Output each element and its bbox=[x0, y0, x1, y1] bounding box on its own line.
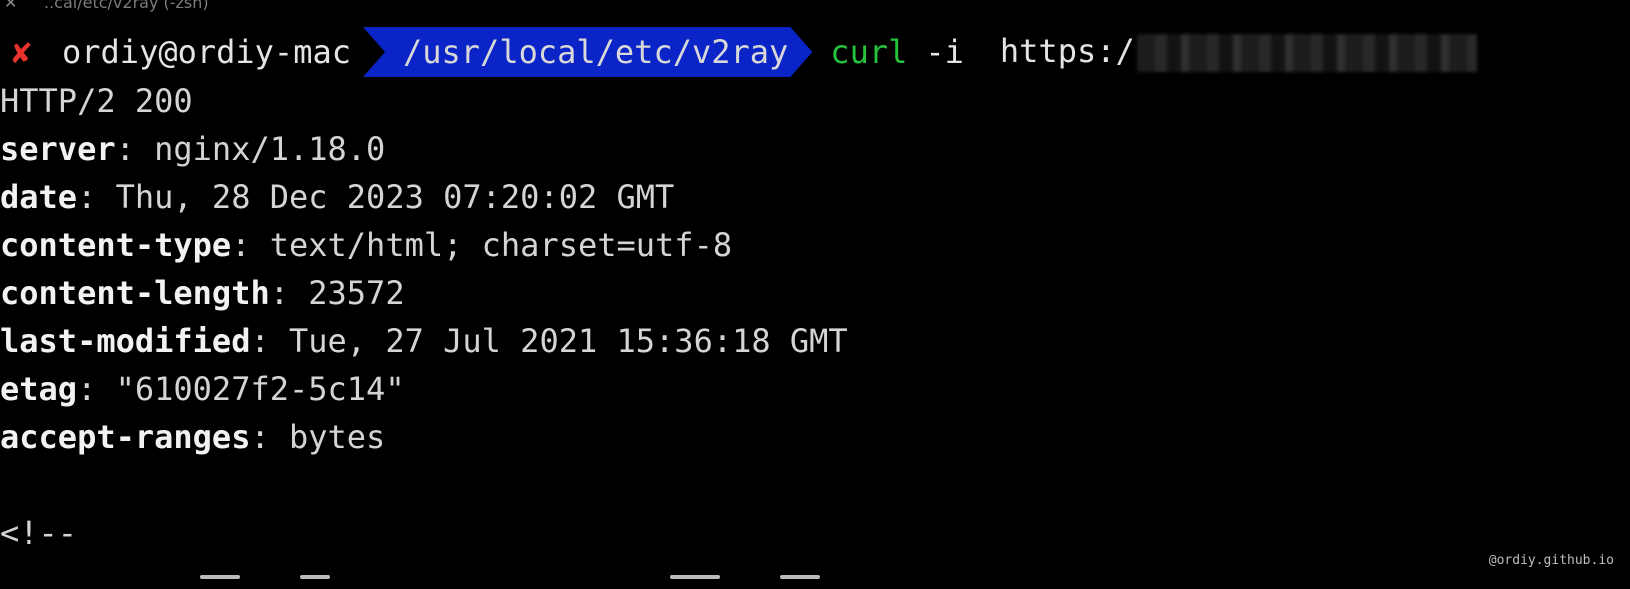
header-value: "610027f2-5c14" bbox=[115, 370, 405, 408]
header-key: content-type bbox=[0, 226, 232, 264]
redacted-url bbox=[1136, 34, 1477, 72]
status-line: HTTP/2 200 bbox=[0, 82, 193, 120]
header-line: date: Thu, 28 Dec 2023 07:20:02 GMT bbox=[0, 178, 675, 216]
close-icon[interactable]: ✕ bbox=[4, 0, 28, 12]
header-key: last-modified bbox=[0, 322, 251, 360]
window-tab-title[interactable]: ✕ ..cal/etc/v2ray (-zsh) bbox=[0, 0, 1630, 12]
cut-off-line bbox=[0, 575, 1000, 589]
user-host: ordiy@ordiy-mac bbox=[62, 33, 351, 71]
header-key: etag bbox=[0, 370, 78, 408]
header-line: server: nginx/1.18.0 bbox=[0, 130, 386, 168]
header-key: date bbox=[0, 178, 78, 216]
command-name: curl bbox=[830, 33, 908, 71]
command-args: -i bbox=[925, 33, 964, 71]
body-comment-start: <!-- bbox=[0, 514, 78, 552]
header-value: Thu, 28 Dec 2023 07:20:02 GMT bbox=[115, 178, 675, 216]
header-key: content-length bbox=[0, 274, 270, 312]
header-key: accept-ranges bbox=[0, 418, 251, 456]
x-mark-icon: ✘ bbox=[12, 33, 32, 71]
header-line: accept-ranges: bytes bbox=[0, 418, 386, 456]
header-line: content-length: 23572 bbox=[0, 274, 405, 312]
header-line: etag: "610027f2-5c14" bbox=[0, 370, 405, 408]
header-key: server bbox=[0, 130, 116, 168]
url-prefix: https:/ bbox=[999, 32, 1135, 70]
shell-prompt: ✘ ordiy@ordiy-mac /usr/local/etc/v2ray c… bbox=[0, 27, 1477, 77]
header-value: Tue, 27 Jul 2021 15:36:18 GMT bbox=[288, 322, 848, 360]
header-value: text/html; charset=utf-8 bbox=[269, 226, 733, 264]
header-value: bytes bbox=[288, 418, 386, 456]
header-line: last-modified: Tue, 27 Jul 2021 15:36:18… bbox=[0, 322, 848, 360]
header-line: content-type: text/html; charset=utf-8 bbox=[0, 226, 733, 264]
header-value: 23572 bbox=[308, 274, 405, 312]
watermark: @ordiy.github.io bbox=[1488, 553, 1614, 568]
command-url: https:/ bbox=[1000, 32, 1477, 72]
window-title: ..cal/etc/v2ray (-zsh) bbox=[44, 0, 209, 12]
header-value: nginx/1.18.0 bbox=[154, 130, 386, 168]
cwd-segment: /usr/local/etc/v2ray bbox=[363, 27, 812, 77]
